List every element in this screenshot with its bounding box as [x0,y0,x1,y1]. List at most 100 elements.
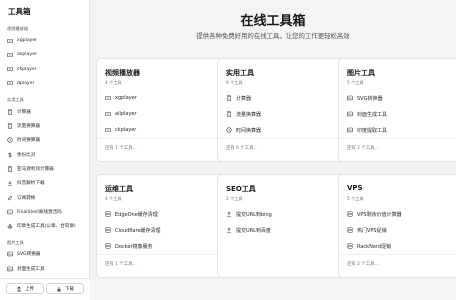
tool-link[interactable]: EdgeOne缓存清理 [105,208,221,220]
sidebar-item[interactable]: 计算器 [4,106,86,117]
clock-icon [7,137,13,143]
sidebar-item-label: 封面生成工具 [17,266,45,272]
sidebar-nav: 视频播放器 xgplayer aliplayer ckplayer dplayer 实用工… [0,20,90,278]
sidebar-item[interactable]: 订阅转换 [4,192,86,203]
sidebar-item-label: 订阅转换 [17,195,36,201]
tool-link[interactable]: 时间换算器 [226,124,342,136]
sidebar-item[interactable]: 抖音解析下载 [4,178,86,189]
category-card[interactable]: 实用工具 9 个工具计算器流量换算器时间换算器还有 6 个工具... [217,58,349,162]
tool-link[interactable]: 印度提取工具 [347,124,456,136]
download-icon [56,286,62,292]
download-button-label: 下载 [65,286,74,292]
tool-link[interactable]: Cloudflare缓存清理 [105,224,221,236]
calculator-icon [7,108,13,115]
sidebar-group-title: 实用工具 [7,97,24,103]
category-card[interactable]: SEO工具 2 个工具 提交URL到bing 提交URL到百度 [217,174,349,278]
upload-icon [226,211,232,217]
card-tool-count: 5 个工具 [347,80,364,85]
card-title: 实用工具 [226,69,254,77]
video-icon [7,52,13,58]
sidebar-item-label: SVG转换器 [17,252,41,258]
sidebar-item[interactable]: 亚马逊利润计算器 [4,163,86,174]
calculator-icon [7,166,13,172]
tool-link-label: 印度提取工具 [357,127,388,134]
download-button[interactable]: 下载 [46,283,84,294]
upload-icon [226,227,232,233]
video-icon [105,95,111,101]
sidebar-item[interactable]: 余份比对 [4,149,86,160]
sidebar-item-label: dplayer [17,80,35,86]
tool-link[interactable]: RackNerd促销 [347,240,456,252]
stamp-icon [7,223,13,229]
sidebar-item[interactable]: aliplayer [4,49,86,60]
sidebar-item[interactable]: 印章生成工具(公章、合同章) [4,221,86,232]
card-more-link[interactable]: 还有 2 个工具... [347,145,379,151]
tool-link[interactable]: VPS剩余价值计算器 [347,208,456,220]
category-card[interactable]: 运维工具 4 个工具 EdgeOne缓存清理 Cloudflare缓存清理 Docker… [96,174,228,278]
tool-link[interactable]: xgplayer [105,92,221,104]
sidebar-item[interactable]: ckplayer [4,64,86,75]
sidebar-item-label: 时间换算器 [17,138,40,144]
card-more-link[interactable]: 还有 1 个工具... [105,145,137,151]
sidebar-item[interactable]: 流量换算器 [4,121,86,132]
sidebar-item[interactable]: dplayer [4,78,86,89]
tool-link-label: SVG转换器 [357,95,383,102]
video-icon [7,80,13,86]
upload-icon [16,286,22,292]
sidebar-item[interactable]: SVG转换器 [4,249,86,260]
tool-link[interactable]: Docker镜像服务 [105,240,221,252]
sidebar-item[interactable]: xgplayer [4,35,86,46]
card-divider [97,138,227,139]
card-more-link[interactable]: 还有 6 个工具... [226,145,258,151]
calculator-icon [7,123,13,129]
upload-button[interactable]: 上传 [6,283,44,294]
card-more-link[interactable]: 还有 2 个工具... [347,261,379,267]
image-icon [347,111,353,117]
image-icon [7,251,13,257]
image-icon [347,127,353,133]
card-title: VPS [347,184,363,192]
sidebar-brand: 工具箱 [8,7,31,16]
sidebar-item-label: xgplayer [17,38,38,43]
download-icon [7,180,13,186]
sidebar-item-label: aliplayer [17,52,37,58]
tool-link[interactable]: 流量换算器 [226,108,342,120]
sidebar-footer: 上传 下载 [0,278,90,300]
sidebar-item-label: 计算器 [17,109,31,115]
tool-link[interactable]: 热门VPS促销 [347,224,456,236]
sidebar-item[interactable]: 封面生成工具 [4,263,86,274]
tool-link-label: Cloudflare缓存清理 [115,227,161,234]
tool-link-label: Docker镜像服务 [115,243,153,250]
tool-link-label: aliplayer [115,111,137,117]
page-title: 在线工具箱 [240,14,306,29]
category-card[interactable]: 视频播放器 4 个工具 xgplayer aliplayer ckplayer 还有 1 … [96,58,228,162]
tool-link-label: 热门VPS促销 [357,227,387,234]
sidebar-group-title: 图片工具 [7,239,24,245]
card-title: 运维工具 [105,185,133,193]
tool-link[interactable]: ckplayer [105,124,221,136]
card-tool-count: 4 个工具 [105,196,122,201]
card-more-link[interactable]: 还有 1 个工具... [105,261,137,267]
category-card[interactable]: VPS 5 个工具 VPS剩余价值计算器热门VPS促销 RackNerd促销还有 2 … [338,174,456,278]
tool-link-label: ckplayer [115,127,137,133]
sidebar-item[interactable]: FinalShell离线激活码 [4,206,86,217]
category-card[interactable]: 图片工具 5 个工具 SVG转换器 封面生成工具 印度提取工具 还有 2 个工具... [338,58,456,162]
card-tool-count: 5 个工具 [347,196,364,201]
card-tool-count: 9 个工具 [226,80,243,85]
card-tool-count: 2 个工具 [226,196,243,201]
server-icon [105,243,111,249]
tool-link[interactable]: SVG转换器 [347,92,456,104]
upload-button-label: 上传 [25,286,34,292]
video-icon [7,38,13,44]
tool-link[interactable]: 提交URL到bing [226,208,342,220]
video-icon [7,66,13,72]
tool-link[interactable]: 提交URL到百度 [226,224,342,236]
tool-link[interactable]: 封面生成工具 [347,108,456,120]
server-icon [105,227,111,233]
calculator-icon [226,111,232,117]
sidebar-item-label: 余份比对 [17,152,36,158]
tool-link[interactable]: aliplayer [105,108,221,120]
sidebar-item[interactable]: 时间换算器 [4,135,86,146]
video-icon [105,111,111,117]
tool-link[interactable]: 计算器 [226,92,342,104]
